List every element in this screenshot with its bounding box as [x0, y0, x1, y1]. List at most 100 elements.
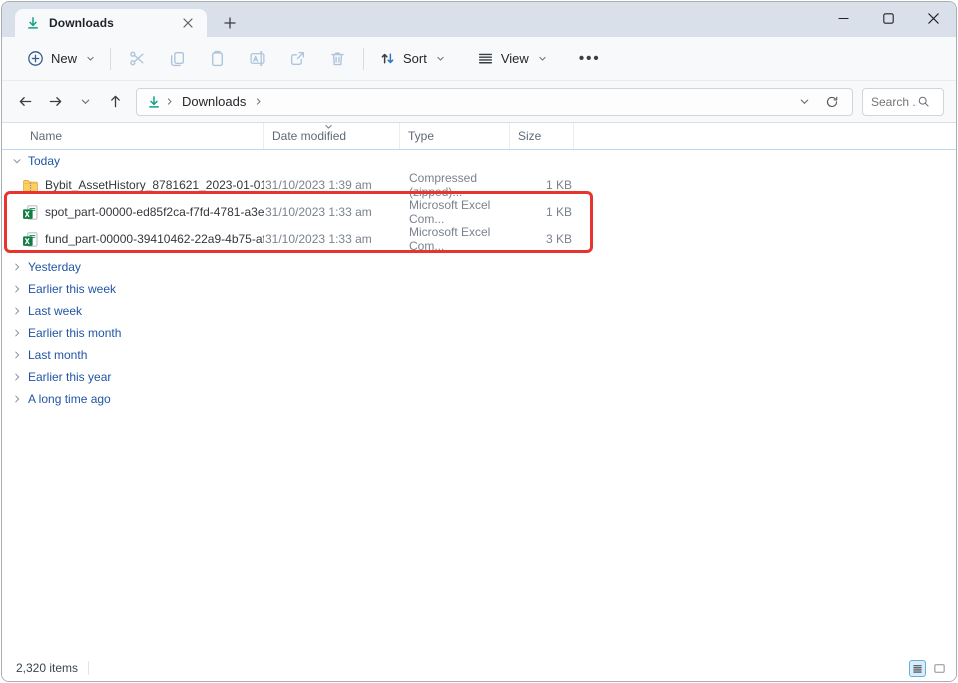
window-caption-buttons [821, 2, 956, 37]
chevron-down-icon [538, 54, 547, 63]
back-button[interactable] [11, 88, 39, 116]
breadcrumb[interactable]: Downloads [136, 88, 853, 116]
tab-title: Downloads [49, 16, 179, 30]
column-header-date-modified[interactable]: Date modified [264, 123, 400, 149]
large-thumbnails-view-button[interactable] [931, 660, 948, 677]
column-header-size[interactable]: Size [510, 123, 574, 149]
group-header-earlier-this-week[interactable]: Earlier this week [2, 278, 956, 300]
file-row-zip[interactable]: Bybit_AssetHistory_8781621_2023-01-01_20… [2, 171, 956, 198]
chevron-right-icon [10, 372, 24, 382]
group-header-today[interactable]: Today [2, 150, 956, 171]
file-explorer-window: Downloads Ne [1, 1, 957, 682]
ellipsis-icon: ••• [579, 50, 601, 67]
status-separator [88, 661, 89, 675]
group-header-last-month[interactable]: Last month [2, 344, 956, 366]
delete-button[interactable] [317, 44, 357, 74]
column-header-type[interactable]: Type [400, 123, 510, 149]
titlebar: Downloads [2, 2, 956, 37]
refresh-button[interactable] [818, 90, 846, 114]
see-more-button[interactable]: ••• [570, 44, 610, 74]
file-type: Microsoft Excel Com... [400, 198, 510, 226]
group-label: Earlier this week [28, 282, 116, 296]
search-box[interactable] [862, 88, 944, 116]
excel-file-icon [22, 204, 39, 221]
file-size: 1 KB [510, 178, 574, 192]
search-icon [917, 95, 930, 108]
chevron-right-icon [10, 306, 24, 316]
group-header-earlier-this-month[interactable]: Earlier this month [2, 322, 956, 344]
group-label: Yesterday [28, 260, 81, 274]
excel-file-icon [22, 231, 39, 248]
file-row-spot-csv[interactable]: spot_part-00000-ed85f2ca-f7fd-4781-a3e6-… [2, 198, 956, 225]
file-name: spot_part-00000-ed85f2ca-f7fd-4781-a3e6-… [45, 205, 264, 219]
copy-button[interactable] [157, 44, 197, 74]
chevron-down-icon [436, 54, 445, 63]
new-button[interactable]: New [18, 44, 104, 73]
maximize-button[interactable] [866, 2, 911, 35]
address-bar: Downloads [2, 81, 956, 123]
status-bar: 2,320 items [2, 655, 956, 681]
downloads-icon [147, 95, 161, 109]
file-size: 3 KB [510, 232, 574, 246]
group-label: Last week [28, 304, 82, 318]
chevron-right-icon [10, 328, 24, 338]
close-button[interactable] [911, 2, 956, 35]
chevron-down-icon [10, 156, 24, 166]
command-bar: New [2, 37, 956, 81]
group-header-a-long-time-ago[interactable]: A long time ago [2, 388, 956, 410]
details-view-button[interactable] [909, 660, 926, 677]
file-name: fund_part-00000-39410462-22a9-4b75-afb1-… [45, 232, 264, 246]
cut-button[interactable] [117, 44, 157, 74]
tab-downloads[interactable]: Downloads [15, 9, 207, 37]
share-button[interactable] [277, 44, 317, 74]
group-header-yesterday[interactable]: Yesterday [2, 256, 956, 278]
view-button[interactable]: View [468, 44, 556, 73]
toolbar-separator [363, 48, 364, 70]
chevron-right-icon [10, 350, 24, 360]
sort-button-label: Sort [403, 51, 427, 66]
sort-descending-icon [324, 123, 333, 131]
chevron-down-icon [86, 54, 95, 63]
chevron-right-icon [10, 284, 24, 294]
paste-button[interactable] [197, 44, 237, 74]
file-list: Name Date modified Type Size Today [2, 123, 956, 657]
chevron-right-icon [10, 394, 24, 404]
column-header-empty [574, 123, 956, 149]
file-row-fund-csv[interactable]: fund_part-00000-39410462-22a9-4b75-afb1-… [2, 225, 956, 252]
group-header-last-week[interactable]: Last week [2, 300, 956, 322]
sort-arrows-icon [379, 50, 396, 67]
items-count: 2,320 items [16, 661, 78, 675]
column-header-name[interactable]: Name [2, 123, 264, 149]
group-label: A long time ago [28, 392, 111, 406]
chevron-right-icon [254, 97, 263, 106]
new-tab-button[interactable] [217, 11, 243, 35]
breadcrumb-item-downloads[interactable]: Downloads [182, 94, 246, 109]
view-button-label: View [501, 51, 529, 66]
column-headers: Name Date modified Type Size [2, 123, 956, 150]
file-size: 1 KB [510, 205, 574, 219]
file-date: 31/10/2023 1:33 am [264, 232, 400, 246]
minimize-button[interactable] [821, 2, 866, 35]
recent-locations-button[interactable] [71, 88, 99, 116]
up-button[interactable] [101, 88, 129, 116]
tab-close-icon[interactable] [179, 14, 197, 32]
toolbar-separator [110, 48, 111, 70]
address-dropdown-button[interactable] [790, 90, 818, 114]
zip-folder-icon [22, 177, 39, 194]
sort-button[interactable]: Sort [370, 44, 454, 73]
file-date: 31/10/2023 1:39 am [264, 178, 400, 192]
group-label: Earlier this month [28, 326, 121, 340]
rename-button[interactable] [237, 44, 277, 74]
plus-circle-icon [27, 50, 44, 67]
chevron-right-icon [165, 97, 174, 106]
group-header-earlier-this-year[interactable]: Earlier this year [2, 366, 956, 388]
collapsed-groups: Yesterday Earlier this week Last week Ea… [2, 256, 956, 410]
chevron-right-icon [10, 262, 24, 272]
forward-button[interactable] [41, 88, 69, 116]
view-lines-icon [477, 50, 494, 67]
file-date: 31/10/2023 1:33 am [264, 205, 400, 219]
file-name: Bybit_AssetHistory_8781621_2023-01-01_20… [45, 178, 264, 192]
downloads-icon [26, 16, 40, 30]
group-label: Earlier this year [28, 370, 111, 384]
search-input[interactable] [871, 95, 917, 109]
